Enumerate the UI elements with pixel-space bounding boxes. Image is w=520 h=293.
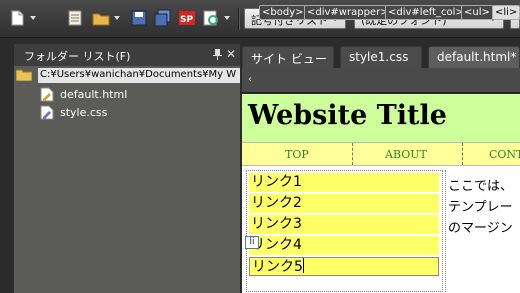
toolbar-separator xyxy=(238,8,239,30)
site-title[interactable]: Website Title xyxy=(248,100,447,131)
file-name: default.html xyxy=(60,88,128,101)
page-list-icon[interactable] xyxy=(66,9,84,27)
left-col[interactable]: リンク1 リンク2 リンク3 リンク4 リンク5 xyxy=(246,170,443,292)
content-line: ここでは、 xyxy=(448,179,514,194)
nav-top[interactable]: TOP xyxy=(285,148,309,161)
list-item-label: リンク5 xyxy=(252,259,303,275)
tab-default-html[interactable]: default.html* xyxy=(428,46,520,68)
quick-tag-bar xyxy=(242,68,520,93)
list-item-selected[interactable]: リンク5 xyxy=(249,257,439,276)
content-line: テンプレー xyxy=(448,200,513,215)
folder-list-header: フォルダー リスト(F) ✕ xyxy=(14,44,240,66)
file-name: style.css xyxy=(60,106,108,119)
sharepoint-icon[interactable]: SP xyxy=(178,9,196,27)
file-item-default-html[interactable]: default.html xyxy=(40,86,230,104)
main-content-text: ここでは、 テンプレー のマージン xyxy=(448,176,520,239)
open-folder-icon[interactable] xyxy=(92,9,110,27)
list-item[interactable]: リンク1 xyxy=(249,173,439,192)
nav-divider xyxy=(352,143,353,165)
close-icon[interactable]: ✕ xyxy=(226,47,236,61)
nav-about[interactable]: ABOUT xyxy=(385,148,427,161)
root-folder-row[interactable]: C:¥Users¥wanichan¥Documents¥My W xyxy=(14,66,240,84)
tag-ul[interactable]: <ul> xyxy=(461,5,493,20)
site-nav: TOP ABOUT CONT xyxy=(242,142,520,166)
nav-contact[interactable]: CONT xyxy=(489,148,520,161)
folder-icon xyxy=(16,69,32,81)
text-cursor xyxy=(302,258,304,273)
html-file-icon xyxy=(40,87,54,102)
panel-title: フォルダー リスト(F) xyxy=(24,50,131,63)
save-all-icon[interactable] xyxy=(154,9,172,27)
svg-text:SP: SP xyxy=(180,15,193,25)
preview-icon[interactable] xyxy=(202,9,220,27)
list-item[interactable]: リンク3 xyxy=(249,215,439,234)
nav-divider xyxy=(462,143,463,165)
tag-scroll-left-icon[interactable]: ‹ xyxy=(248,74,252,85)
open-dropdown-arrow[interactable] xyxy=(114,16,120,20)
tag-li[interactable]: <li> xyxy=(492,5,520,20)
save-icon[interactable] xyxy=(130,9,148,27)
file-item-style-css[interactable]: style.css xyxy=(40,104,230,122)
preview-dropdown-arrow[interactable] xyxy=(224,16,230,20)
site-header: Website Title xyxy=(242,94,520,142)
tag-body[interactable]: <body> xyxy=(259,5,307,20)
li-tag-badge[interactable]: li xyxy=(245,236,259,249)
tag-div-left-col[interactable]: <div#left_col> xyxy=(385,5,467,20)
editor-tabs: サイト ビュー style1.css default.html* xyxy=(242,44,520,68)
list-item[interactable]: リンク2 xyxy=(249,194,439,213)
design-view[interactable]: Website Title TOP ABOUT CONT リンク1 リンク2 リ… xyxy=(242,94,520,293)
new-dropdown-arrow[interactable] xyxy=(30,16,36,20)
root-folder-path: C:¥Users¥wanichan¥Documents¥My W xyxy=(38,68,240,83)
tab-style1-css[interactable]: style1.css xyxy=(340,46,422,68)
content-line: のマージン xyxy=(448,221,513,236)
list-item[interactable]: リンク4 xyxy=(249,236,439,255)
css-file-icon xyxy=(40,105,54,120)
new-page-icon[interactable] xyxy=(8,9,26,27)
pin-icon[interactable] xyxy=(213,49,222,60)
tab-site-view[interactable]: サイト ビュー xyxy=(242,46,334,68)
tag-div-wrapper[interactable]: <div#wrapper> xyxy=(304,5,392,20)
folder-list-panel: フォルダー リスト(F) ✕ C:¥Users¥wanichan¥Documen… xyxy=(14,44,240,293)
